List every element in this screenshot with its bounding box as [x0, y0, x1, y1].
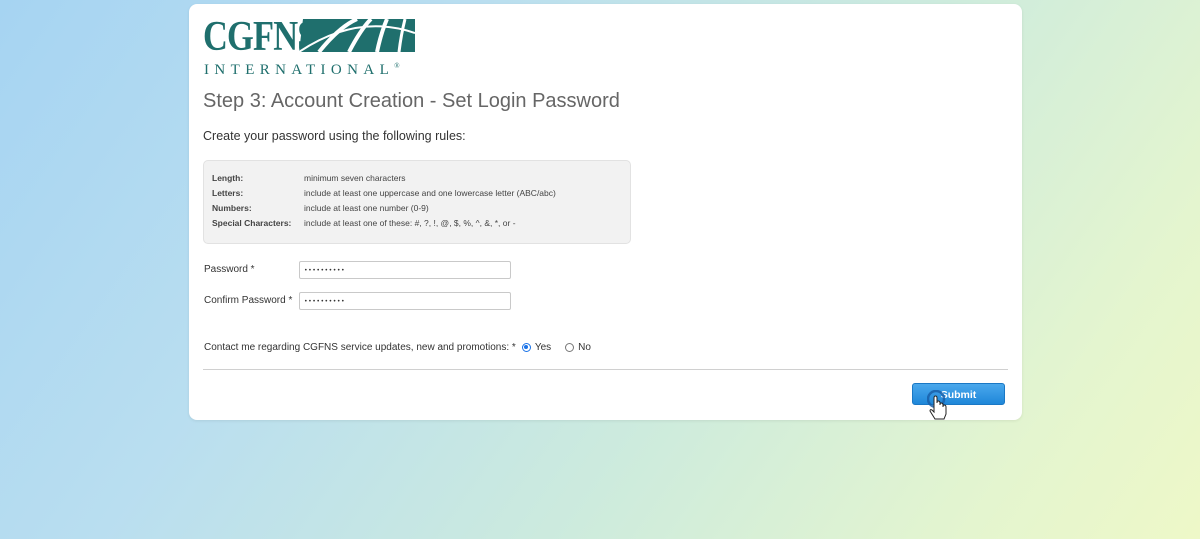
contact-yes-radio[interactable]: [521, 342, 531, 352]
rule-label: Length:: [212, 173, 244, 183]
account-creation-card: CGFNS INTERNATIONAL® Step 3: Account Cre…: [189, 4, 1022, 420]
contact-no-label[interactable]: No: [578, 342, 591, 353]
rule-desc: include at least one of these: #, ?, !, …: [304, 218, 516, 228]
logo-wing-icon: [299, 19, 415, 52]
rule-desc: include at least one number (0-9): [304, 203, 429, 213]
rule-label: Letters:: [212, 188, 244, 198]
form-divider: [203, 369, 1008, 370]
contact-no-radio[interactable]: [565, 342, 575, 352]
logo-subtitle: INTERNATIONAL®: [204, 58, 400, 78]
password-label: Password *: [204, 264, 255, 275]
submit-button[interactable]: Submit: [912, 383, 1005, 405]
confirm-password-label: Confirm Password *: [204, 295, 293, 306]
logo-subtitle-text: INTERNATIONAL: [204, 62, 395, 78]
confirm-password-field[interactable]: [299, 292, 511, 310]
password-rules-intro: Create your password using the following…: [203, 129, 466, 143]
rule-label: Special Characters:: [212, 218, 292, 228]
contact-yes-label[interactable]: Yes: [535, 342, 551, 353]
contact-no-option[interactable]: No: [565, 342, 591, 353]
rule-desc: include at least one uppercase and one l…: [304, 188, 556, 198]
rule-desc: minimum seven characters: [304, 173, 406, 183]
rule-label: Numbers:: [212, 203, 252, 213]
logo-registered-mark: ®: [394, 62, 400, 70]
cgfns-logo: CGFNS INTERNATIONAL®: [203, 16, 415, 78]
contact-yes-option[interactable]: Yes: [521, 342, 551, 353]
contact-preference-label: Contact me regarding CGFNS service updat…: [204, 341, 516, 353]
password-field[interactable]: [299, 261, 511, 279]
contact-preference: Contact me regarding CGFNS service updat…: [204, 340, 591, 354]
page-title: Step 3: Account Creation - Set Login Pas…: [203, 90, 620, 112]
password-rules-box: Length: minimum seven characters Letters…: [203, 160, 631, 244]
hand-pointer-icon: [927, 390, 947, 420]
